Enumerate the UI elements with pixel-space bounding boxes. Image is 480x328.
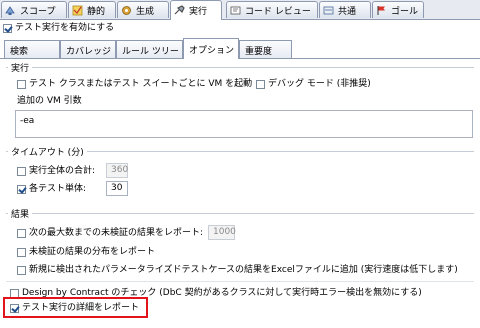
tab-label: 静的 <box>87 6 106 17</box>
per-test-timeout-checkbox[interactable] <box>17 185 26 194</box>
tab-generate[interactable]: 生成 <box>117 1 169 18</box>
tab-label: スコープ <box>20 6 56 17</box>
execute-icon <box>174 5 185 15</box>
tab-label: 生成 <box>136 6 155 17</box>
goal-icon <box>377 5 385 15</box>
test-config-panel: スコープ 静的 生成 実行 コード レビュー 共通 ゴール テスト実行を有効にす… <box>0 0 480 328</box>
debug-mode-label: デバッグ モード (非推奨) <box>268 79 371 89</box>
results-group-title: 結果 <box>8 207 33 220</box>
tab-label: 共通 <box>338 6 357 17</box>
total-timeout-checkbox[interactable] <box>17 167 26 176</box>
vm-args-field[interactable]: -ea <box>15 110 473 138</box>
max-unverified-label: 次の最大数までの未検証の結果をレポート: <box>29 228 204 238</box>
report-excel-label: 新規に検出されたパラメータライズドテストケースの結果をExcelファイルに追加 … <box>29 265 458 275</box>
max-unverified-field[interactable]: 1000 <box>208 225 236 240</box>
vm-args-label: 追加の VM 引数 <box>17 96 82 106</box>
report-distribution-label: 未検証の結果の分布をレポート <box>29 247 156 257</box>
static-icon <box>72 5 83 15</box>
tab-label: コード レビュー <box>245 6 311 17</box>
max-unverified-checkbox[interactable] <box>17 229 26 238</box>
tab-label: ゴール <box>391 6 419 17</box>
per-test-timeout-label: 各テスト単体: <box>29 184 87 194</box>
top-tab-strip: スコープ 静的 生成 実行 コード レビュー 共通 ゴール <box>0 0 480 20</box>
enable-test-run-checkbox[interactable] <box>3 24 12 33</box>
report-excel-checkbox[interactable] <box>17 266 26 275</box>
tab-goal[interactable]: ゴール <box>372 1 424 18</box>
tab-code-review[interactable]: コード レビュー <box>226 1 318 18</box>
launch-vm-label: テスト クラスまたはテスト スイートごとに VM を起動 <box>29 79 253 89</box>
per-test-timeout-field[interactable]: 30 <box>106 181 128 196</box>
execution-group-title: 実行 <box>8 61 33 74</box>
code-review-icon <box>230 6 241 14</box>
tab-coverage[interactable]: カバレッジ <box>60 40 116 58</box>
divider <box>6 281 474 282</box>
debug-mode-checkbox[interactable] <box>256 80 265 89</box>
sub-tab-strip: 検索 カバレッジ ルール ツリー オプション 重要度 <box>0 38 480 59</box>
tab-rule-tree[interactable]: ルール ツリー <box>116 40 183 58</box>
total-timeout-label: 実行全体の合計: <box>29 166 96 176</box>
tab-search[interactable]: 検索 <box>4 40 60 58</box>
report-distribution-checkbox[interactable] <box>17 248 26 257</box>
tab-severity[interactable]: 重要度 <box>239 40 292 58</box>
tab-label: 実行 <box>189 7 208 17</box>
tab-options[interactable]: オプション <box>183 38 239 59</box>
timeout-group-title: タイムアウト (分) <box>8 145 87 158</box>
common-icon <box>323 6 334 14</box>
tab-scope[interactable]: スコープ <box>1 1 67 18</box>
scope-icon <box>5 5 15 15</box>
tab-static[interactable]: 静的 <box>68 1 116 18</box>
highlight-box <box>3 297 148 318</box>
generate-icon <box>122 5 131 15</box>
tab-execute[interactable]: 実行 <box>170 0 222 20</box>
launch-vm-checkbox[interactable] <box>17 80 26 89</box>
enable-test-run-row: テスト実行を有効にする <box>0 21 480 36</box>
total-timeout-field[interactable]: 360 <box>106 163 128 178</box>
tab-common[interactable]: 共通 <box>319 1 371 18</box>
enable-test-run-label: テスト実行を有効にする <box>15 23 115 33</box>
